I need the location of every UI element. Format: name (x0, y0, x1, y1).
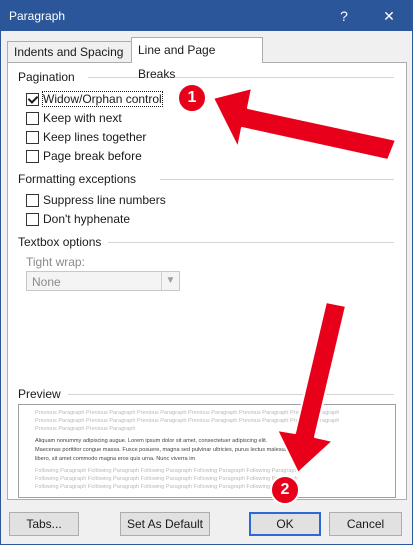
preview-previous-line: Previous Paragraph Previous Paragraph (35, 426, 136, 432)
tabs-button[interactable]: Tabs... (9, 512, 79, 536)
dont-hyphenate-option[interactable]: Don't hyphenate (26, 211, 130, 227)
page-break-before-option[interactable]: Page break before (26, 148, 142, 164)
pagination-heading: Pagination (18, 70, 75, 84)
section-divider (88, 77, 394, 78)
preview-sample-line: libero, sit amet commodo magna eros quis… (35, 456, 196, 462)
title-bar: Paragraph ? ✕ (1, 1, 412, 31)
preview-previous-line: Previous Paragraph Previous Paragraph Pr… (35, 418, 340, 424)
suppress-line-numbers-option[interactable]: Suppress line numbers (26, 192, 166, 208)
tight-wrap-value: None (32, 275, 61, 289)
section-divider (68, 394, 394, 395)
tab-line-and-page-breaks[interactable]: Line and Page Breaks (131, 37, 263, 81)
preview-heading: Preview (18, 387, 61, 401)
preview-sample-line: Maecenas porttitor congue massa. Fusce p… (35, 447, 295, 453)
keep-with-next-option[interactable]: Keep with next (26, 110, 122, 126)
tight-wrap-select[interactable]: None ▼ (26, 271, 180, 291)
keep-lines-together-checkbox[interactable] (26, 130, 39, 144)
paragraph-dialog: Paragraph ? ✕ Indents and Spacing Line a… (0, 0, 413, 545)
keep-with-next-label: Keep with next (43, 111, 122, 125)
tab-panel: Pagination Widow/Orphan control Keep wit… (7, 62, 407, 500)
preview-sample-line: Aliquam nonummy adipiscing augue. Lorem … (35, 438, 268, 444)
tab-strip: Indents and Spacing Line and Page Breaks (7, 37, 407, 81)
tight-wrap-label: Tight wrap: (26, 255, 85, 269)
ok-button[interactable]: OK (249, 512, 321, 536)
set-as-default-button[interactable]: Set As Default (120, 512, 210, 536)
annotation-badge-2: 2 (270, 475, 300, 505)
preview-following-line: Following Paragraph Following Paragraph … (35, 476, 298, 482)
keep-with-next-checkbox[interactable] (26, 111, 39, 125)
widow-orphan-control-option[interactable]: Widow/Orphan control (26, 91, 163, 107)
widow-orphan-label: Widow/Orphan control (42, 91, 163, 107)
keep-lines-together-option[interactable]: Keep lines together (26, 129, 146, 145)
dialog-title: Paragraph (9, 9, 66, 23)
dont-hyphenate-checkbox[interactable] (26, 212, 39, 226)
preview-box: Previous Paragraph Previous Paragraph Pr… (18, 404, 396, 498)
suppress-line-numbers-checkbox[interactable] (26, 193, 39, 207)
keep-lines-together-label: Keep lines together (43, 130, 147, 144)
cancel-button[interactable]: Cancel (329, 512, 402, 536)
annotation-badge-1: 1 (177, 83, 207, 113)
preview-following-line: Following Paragraph Following Paragraph … (35, 468, 298, 474)
page-break-before-label: Page break before (43, 149, 142, 163)
tab-indents-and-spacing[interactable]: Indents and Spacing (7, 41, 133, 62)
chevron-down-icon[interactable]: ▼ (161, 272, 179, 290)
textbox-options-heading: Textbox options (18, 235, 102, 249)
page-break-before-checkbox[interactable] (26, 149, 39, 163)
section-divider (108, 242, 394, 243)
formatting-exceptions-heading: Formatting exceptions (18, 172, 137, 186)
preview-following-line: Following Paragraph Following Paragraph … (35, 484, 298, 490)
close-icon[interactable]: ✕ (366, 1, 412, 31)
widow-orphan-checkbox[interactable] (26, 92, 39, 106)
preview-previous-line: Previous Paragraph Previous Paragraph Pr… (35, 410, 340, 416)
section-divider (160, 179, 394, 180)
suppress-line-numbers-label: Suppress line numbers (43, 193, 166, 207)
dont-hyphenate-label: Don't hyphenate (43, 212, 131, 226)
help-icon[interactable]: ? (321, 1, 367, 31)
